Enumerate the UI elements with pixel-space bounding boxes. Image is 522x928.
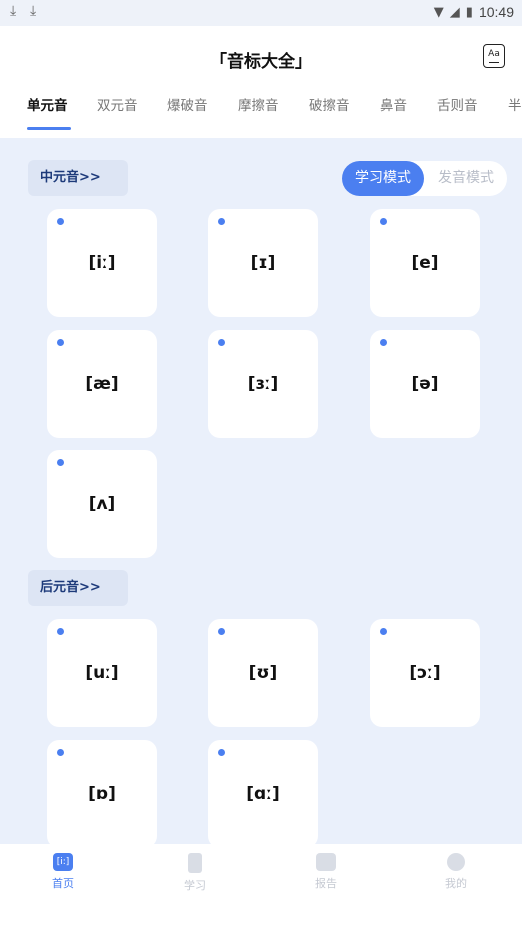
phonetic-card[interactable]: [ʊ] (208, 619, 318, 727)
header: 「音标大全」 Aa 单元音 双元音 爆破音 摩擦音 破擦音 鼻音 舌则音 半 (0, 26, 522, 138)
status-dot (57, 749, 64, 756)
phonetic-symbol: [ə] (411, 374, 439, 394)
phonetic-card[interactable]: [æ] (47, 330, 157, 438)
tab-fricative[interactable]: 摩擦音 (238, 94, 279, 114)
status-indicators: ▼ ◢ ▮ 10:49 (434, 4, 514, 20)
status-dot (218, 628, 225, 635)
report-icon (316, 853, 336, 871)
status-dot (380, 339, 387, 346)
status-dot (57, 628, 64, 635)
nav-profile[interactable]: 我的 (426, 853, 486, 891)
status-dot (218, 749, 225, 756)
tab-affricate[interactable]: 破擦音 (309, 94, 350, 114)
status-bar: ⤓ ⤓ ▼ ◢ ▮ 10:49 (0, 0, 522, 26)
study-mode-button[interactable]: 学习模式 (342, 161, 424, 196)
phonetic-card[interactable]: [ɒ] (47, 740, 157, 844)
page-title: 「音标大全」 (210, 52, 312, 72)
status-dot (57, 218, 64, 225)
category-tabs: 单元音 双元音 爆破音 摩擦音 破擦音 鼻音 舌则音 半 (0, 94, 522, 124)
nav-label: 报告 (315, 877, 337, 890)
nav-label: 首页 (52, 877, 74, 890)
profile-icon (447, 853, 465, 871)
phonetic-card[interactable]: [ʌ] (47, 450, 157, 558)
nav-label: 我的 (445, 877, 467, 890)
phonetic-symbol: [ɑː] (246, 784, 280, 804)
study-icon (188, 853, 202, 873)
status-dot (57, 339, 64, 346)
status-dot (380, 628, 387, 635)
section-label-back: 后元音>> (28, 570, 128, 606)
phonetic-symbol: [iː] (88, 253, 116, 273)
phonetic-card[interactable]: [iː] (47, 209, 157, 317)
wifi-icon: ▼ (433, 4, 444, 20)
download-icon: ⤓ (30, 3, 37, 19)
phonetic-symbol: [uː] (85, 663, 119, 683)
phonetic-symbol: [æ] (85, 374, 119, 394)
tab-lateral[interactable]: 舌则音 (437, 94, 478, 114)
active-tab-indicator (27, 127, 71, 130)
home-icon: [i:] (53, 853, 73, 871)
nav-report[interactable]: 报告 (296, 853, 356, 891)
phonetic-symbol: [ɪ] (250, 253, 276, 273)
status-time: 10:49 (478, 4, 514, 20)
phonetic-card[interactable]: [ɑː] (208, 740, 318, 844)
nav-study[interactable]: 学习 (165, 853, 225, 893)
status-dot (57, 459, 64, 466)
phonetic-symbol: [ɔː] (409, 663, 441, 683)
tab-nasal[interactable]: 鼻音 (380, 94, 407, 114)
phonetic-card[interactable]: [e] (370, 209, 480, 317)
signal-icon: ◢ (449, 4, 460, 20)
bottom-navigation: [i:] 首页 学习 报告 我的 (0, 844, 522, 928)
status-dot (218, 218, 225, 225)
font-size-button[interactable]: Aa (483, 44, 505, 68)
tab-plosive[interactable]: 爆破音 (167, 94, 208, 114)
pronounce-mode-button[interactable]: 发音模式 (426, 161, 506, 196)
phonetic-card[interactable]: [ɪ] (208, 209, 318, 317)
status-dot (218, 339, 225, 346)
phonetic-card[interactable]: [ɜː] (208, 330, 318, 438)
nav-label: 学习 (184, 879, 206, 892)
tab-monophthong[interactable]: 单元音 (27, 94, 68, 114)
battery-icon: ▮ (465, 4, 473, 20)
phonetic-card[interactable]: [uː] (47, 619, 157, 727)
download-icon: ⤓ (10, 3, 17, 19)
phonetic-symbol: [ɜː] (247, 374, 279, 394)
section-label-central: 中元音>> (28, 160, 128, 196)
phonetic-card[interactable]: [ɔː] (370, 619, 480, 727)
tab-diphthong[interactable]: 双元音 (97, 94, 138, 114)
nav-home[interactable]: [i:] 首页 (33, 853, 93, 891)
tab-semivowel[interactable]: 半 (508, 94, 522, 114)
phonetic-list[interactable]: 中元音>> 学习模式 发音模式 [iː] [ɪ] [e] [æ] [ɜː] [ə… (0, 138, 522, 844)
phonetic-symbol: [e] (411, 253, 439, 273)
phonetic-symbol: [ɒ] (88, 784, 116, 804)
status-dot (380, 218, 387, 225)
mode-toggle: 学习模式 发音模式 (342, 161, 507, 196)
phonetic-card[interactable]: [ə] (370, 330, 480, 438)
phonetic-symbol: [ʌ] (88, 494, 116, 514)
phonetic-symbol: [ʊ] (248, 663, 278, 683)
